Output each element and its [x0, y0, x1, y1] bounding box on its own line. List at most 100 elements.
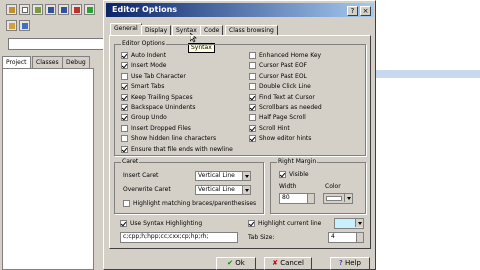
highlight-braces-label: Highlight matching braces/parenthesises [133, 200, 257, 207]
editor-options-group: Editor Options Auto Indent Insert Mode Use… [114, 40, 366, 156]
checkbox-box[interactable] [249, 62, 256, 70]
checkbox-box[interactable] [249, 93, 256, 101]
tab-size-value: 4 [331, 233, 335, 240]
checkbox-box[interactable] [249, 114, 256, 122]
new-icon[interactable] [19, 4, 30, 15]
tab-display[interactable]: Display [141, 25, 172, 35]
compile-icon[interactable] [71, 4, 82, 15]
checkbox-box[interactable] [121, 52, 128, 59]
checkbox-box[interactable] [121, 124, 128, 132]
checkbox-box[interactable] [121, 114, 128, 122]
help-label: Help [344, 259, 361, 267]
overwrite-caret-select[interactable]: Vertical Line [195, 185, 251, 195]
checkbox-box[interactable] [249, 52, 256, 59]
right-margin-group-label: Right Margin [277, 158, 318, 166]
insert-caret-label: Insert Caret [123, 172, 159, 179]
cancel-x-icon: ✘ [272, 259, 278, 267]
overwrite-caret-value: Vertical Line [198, 186, 235, 193]
help-title-button[interactable]: ? [347, 6, 358, 16]
editor-highlight-line [376, 70, 480, 78]
editor-option-label: Ensure that file ends with newline [131, 145, 233, 153]
editor-options-dialog: Editor Options ? × General Display Synta… [103, 0, 376, 270]
checkbox-box[interactable] [249, 104, 256, 111]
editor-option-label: Double Click Line [259, 83, 311, 91]
checkbox-box[interactable] [123, 200, 130, 207]
checkbox-box[interactable] [249, 72, 256, 80]
project-tree-pane[interactable] [2, 68, 94, 270]
spinner-arrows-icon[interactable] [356, 233, 363, 242]
editor-option-label: Insert Mode [131, 62, 167, 70]
cancel-button[interactable]: ✘ Cancel [264, 257, 312, 270]
syntax-extensions-value: c;cpp;h;hpp;cc;cxx;cp;hp;rh; [123, 233, 209, 240]
chevron-down-icon[interactable] [344, 194, 352, 202]
checkbox-box[interactable] [121, 135, 128, 143]
caret-group: Caret Insert Caret Vertical Line Overwri… [114, 158, 264, 214]
syntax-extensions-input[interactable]: c;cpp;h;hpp;cc;cxx;cp;hp;rh; [120, 232, 238, 243]
ok-button[interactable]: ✔ Ok [216, 257, 256, 270]
editor-option-label: Show editor hints [259, 135, 312, 143]
help-button[interactable]: ? Help [330, 257, 370, 270]
help-icon: ? [339, 259, 343, 267]
checkbox-box[interactable] [121, 104, 128, 111]
cancel-label: Cancel [280, 259, 304, 267]
tab-project[interactable]: Project [2, 56, 31, 68]
tab-code[interactable]: Code [200, 25, 224, 35]
checkbox-box[interactable] [249, 83, 256, 91]
margin-color-select[interactable] [323, 193, 353, 204]
highlight-line-label: Highlight current line [258, 220, 322, 227]
insert-caret-select[interactable]: Vertical Line [195, 171, 251, 181]
margin-width-label: Width [279, 183, 297, 190]
dialog-title: Editor Options [112, 5, 178, 14]
editor-option-label: Find Text at Cursor [259, 93, 315, 101]
editor-option-label: Group Undo [131, 114, 167, 122]
spinner-arrows-icon[interactable] [307, 194, 314, 203]
margin-color-label: Color [325, 183, 341, 190]
chevron-down-icon[interactable] [355, 219, 363, 227]
editor-option-label: Scrollbars as needed [259, 104, 322, 111]
highlight-color-select[interactable] [334, 218, 364, 229]
general-tab-page: Editor Options Auto Indent Insert Mode Use… [109, 35, 371, 249]
checkbox-box[interactable] [121, 83, 128, 91]
checkbox-box[interactable] [121, 72, 128, 80]
tab-class-browsing[interactable]: Class browsing [225, 25, 278, 35]
margin-width-spinner[interactable]: 80 [279, 193, 315, 204]
use-syntax-label: Use Syntax Highlighting [130, 220, 203, 227]
save-all-icon[interactable] [58, 4, 69, 15]
caret-group-label: Caret [121, 158, 140, 166]
tab-debug[interactable]: Debug [62, 56, 90, 68]
toolbar-icon-3[interactable] [19, 20, 30, 31]
tab-size-spinner[interactable]: 4 [328, 232, 364, 243]
checkbox-box[interactable] [120, 220, 127, 227]
checkbox-box[interactable] [279, 171, 286, 178]
editor-area[interactable] [375, 0, 480, 270]
insert-caret-value: Vertical Line [198, 172, 235, 179]
checkbox-box[interactable] [121, 145, 128, 153]
chevron-down-icon[interactable] [242, 186, 250, 194]
tab-size-label: Tab Size: [248, 234, 275, 241]
dialog-titlebar: Editor Options ? × [106, 3, 374, 17]
margin-width-value: 80 [282, 194, 290, 201]
chevron-down-icon[interactable] [242, 172, 250, 180]
checkbox-box[interactable] [249, 135, 256, 143]
overwrite-caret-label: Overwrite Caret [123, 186, 171, 193]
checkbox-box[interactable] [249, 124, 256, 132]
close-icon[interactable]: × [360, 6, 371, 16]
project-icon[interactable] [6, 4, 17, 15]
color-swatch [326, 196, 342, 201]
editor-options-group-label: Editor Options [121, 40, 166, 48]
editor-option-label: Smart Tabs [131, 83, 165, 91]
editor-option-label: Cursor Past EOF [259, 62, 308, 70]
check-icon: ✔ [227, 259, 234, 267]
editor-option-label: Use Tab Character [131, 72, 186, 80]
toolbar-icon-2[interactable] [6, 20, 17, 31]
checkbox-box[interactable] [121, 62, 128, 70]
ide-combo-box[interactable] [8, 38, 104, 50]
open-icon[interactable] [32, 4, 43, 15]
checkbox-box[interactable] [248, 220, 255, 227]
save-icon[interactable] [45, 4, 56, 15]
checkbox-box[interactable] [121, 93, 128, 101]
editor-option-label: Keep Trailing Spaces [131, 93, 193, 101]
check-icon[interactable] [84, 4, 95, 15]
editor-option-label: Auto Indent [131, 52, 167, 59]
tab-classes[interactable]: Classes [32, 56, 63, 68]
